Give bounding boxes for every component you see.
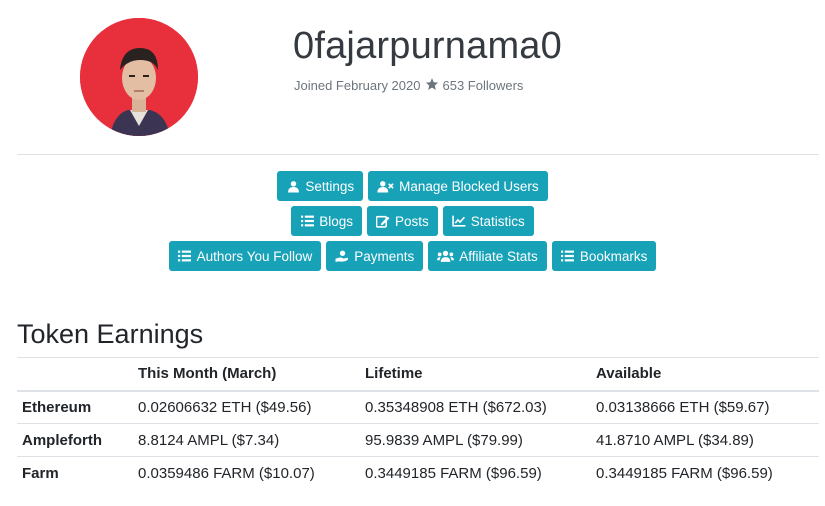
blogs-button[interactable]: Blogs xyxy=(291,206,362,236)
token-name: Ampleforth xyxy=(17,423,133,457)
column-header-this-month: This Month (March) xyxy=(133,357,360,392)
column-header-lifetime: Lifetime xyxy=(360,357,591,392)
authors-you-follow-label: Authors You Follow xyxy=(196,248,313,264)
payments-label: Payments xyxy=(354,248,415,264)
avatar[interactable] xyxy=(80,18,198,136)
lifetime-value: 95.9839 AMPL ($79.99) xyxy=(360,423,591,457)
users-icon xyxy=(437,249,455,263)
user-block-icon xyxy=(377,179,394,193)
lifetime-value: 0.3449185 FARM ($96.59) xyxy=(360,456,591,490)
column-header-token xyxy=(17,357,133,392)
table-row: Farm 0.0359486 FARM ($10.07) 0.3449185 F… xyxy=(17,456,819,490)
statistics-button[interactable]: Statistics xyxy=(442,206,534,236)
this-month-value: 0.0359486 FARM ($10.07) xyxy=(133,456,360,490)
affiliate-stats-button[interactable]: Affiliate Stats xyxy=(428,241,547,271)
blogs-label: Blogs xyxy=(319,213,353,229)
hand-coin-icon xyxy=(335,249,349,263)
star-icon xyxy=(425,77,439,95)
payments-button[interactable]: Payments xyxy=(326,241,424,271)
this-month-value: 8.8124 AMPL ($7.34) xyxy=(133,423,360,457)
bookmarks-button[interactable]: Bookmarks xyxy=(551,241,657,271)
edit-icon xyxy=(376,214,390,228)
header-divider xyxy=(17,154,819,155)
posts-button[interactable]: Posts xyxy=(367,206,438,236)
user-icon xyxy=(286,179,300,193)
list-icon xyxy=(178,249,192,263)
token-earnings-title: Token Earnings xyxy=(17,319,204,349)
list-icon xyxy=(561,249,575,263)
list-icon xyxy=(300,214,314,228)
column-header-available: Available xyxy=(591,357,819,392)
affiliate-stats-label: Affiliate Stats xyxy=(459,248,538,264)
table-row: Ethereum 0.02606632 ETH ($49.56) 0.35348… xyxy=(17,390,819,424)
available-value: 41.8710 AMPL ($34.89) xyxy=(591,423,819,457)
statistics-label: Statistics xyxy=(470,213,525,229)
manage-blocked-users-label: Manage Blocked Users xyxy=(399,178,539,194)
button-row-3: Authors You Follow Payments Affiliate St… xyxy=(0,241,825,271)
available-value: 0.3449185 FARM ($96.59) xyxy=(591,456,819,490)
joined-date: Joined February 2020 xyxy=(294,78,421,93)
manage-blocked-users-button[interactable]: Manage Blocked Users xyxy=(368,171,548,201)
this-month-value: 0.02606632 ETH ($49.56) xyxy=(133,390,360,424)
settings-label: Settings xyxy=(305,178,355,194)
table-header-row: This Month (March) Lifetime Available xyxy=(17,357,819,392)
button-row-1: Settings Manage Blocked Users xyxy=(0,171,825,201)
profile-header: 0fajarpurnama0 Joined February 2020 653 … xyxy=(0,0,825,155)
username: 0fajarpurnama0 xyxy=(293,25,562,67)
settings-button[interactable]: Settings xyxy=(277,171,364,201)
available-value: 0.03138666 ETH ($59.67) xyxy=(591,390,819,424)
profile-meta: Joined February 2020 653 Followers xyxy=(294,77,523,95)
table-row: Ampleforth 8.8124 AMPL ($7.34) 95.9839 A… xyxy=(17,423,819,457)
lifetime-value: 0.35348908 ETH ($672.03) xyxy=(360,390,591,424)
authors-you-follow-button[interactable]: Authors You Follow xyxy=(168,241,322,271)
chart-line-icon xyxy=(452,214,466,228)
bookmarks-label: Bookmarks xyxy=(579,248,648,264)
token-earnings-table: This Month (March) Lifetime Available Et… xyxy=(17,357,819,490)
token-name: Farm xyxy=(17,456,133,490)
token-name: Ethereum xyxy=(17,390,133,424)
profile-photo-icon xyxy=(80,18,198,136)
followers-count: 653 Followers xyxy=(442,78,524,93)
button-row-2: Blogs Posts Statistics xyxy=(0,206,825,236)
posts-label: Posts xyxy=(395,213,429,229)
